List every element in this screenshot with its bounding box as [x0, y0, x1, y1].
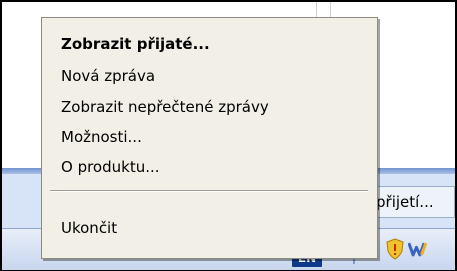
menu-item-exit[interactable]: Ukončit: [61, 215, 117, 241]
background-status-label[interactable]: přijetí...: [365, 186, 455, 218]
menu-item-about[interactable]: O produktu...: [61, 154, 160, 180]
menu-item-options[interactable]: Možnosti...: [61, 124, 142, 150]
menu-item-new-message[interactable]: Nová zpráva: [61, 63, 155, 89]
context-menu: Zobrazit přijaté... Nová zpráva Zobrazit…: [41, 17, 378, 259]
app-w-icon[interactable]: [408, 238, 430, 260]
menu-item-show-received[interactable]: Zobrazit přijaté...: [61, 31, 210, 57]
menu-separator: [50, 190, 368, 192]
menu-item-show-unread[interactable]: Zobrazit nepřečtené zprávy: [61, 94, 269, 120]
shield-icon[interactable]: [384, 238, 406, 260]
